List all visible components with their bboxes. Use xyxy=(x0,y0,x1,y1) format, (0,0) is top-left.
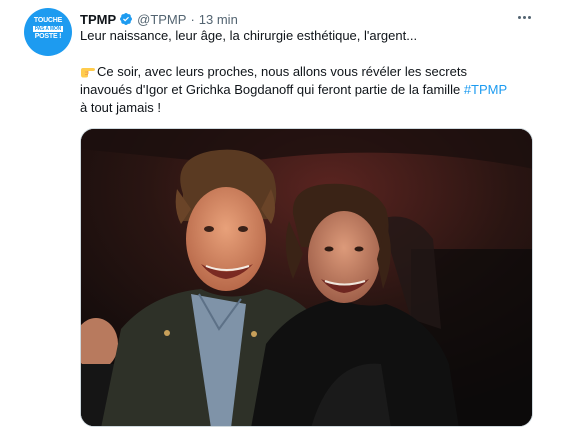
tweet[interactable]: TOUCHE PAS À MON POSTE ! TPMP @TPMP · 13… xyxy=(0,0,566,443)
tweet-header: TPMP @TPMP · 13 min xyxy=(80,10,238,28)
tweet-actions-bar xyxy=(80,436,533,443)
verified-badge-icon xyxy=(119,12,133,26)
separator-dot: · xyxy=(190,11,195,27)
tweet-photo[interactable] xyxy=(80,128,533,427)
tweet-text-line-3: inavoués d'Igor et Grichka Bogdanoff qui… xyxy=(80,81,540,99)
tweet-text-line-3-content: inavoués d'Igor et Grichka Bogdanoff qui… xyxy=(80,82,464,97)
tweet-text-line-2: Ce soir, avec leurs proches, nous allons… xyxy=(80,63,540,81)
avatar-logo: TOUCHE PAS À MON POSTE ! xyxy=(32,17,64,40)
more-options-icon[interactable] xyxy=(512,8,536,26)
hashtag-link[interactable]: #TPMP xyxy=(464,82,507,97)
timestamp[interactable]: 13 min xyxy=(199,12,238,27)
tweet-text-line-2-content: Ce soir, avec leurs proches, nous allons… xyxy=(97,64,467,79)
pointing-hand-emoji-icon xyxy=(80,65,96,78)
user-handle[interactable]: @TPMP xyxy=(137,12,186,27)
tweet-text-line-4: à tout jamais ! xyxy=(80,100,161,115)
display-name[interactable]: TPMP xyxy=(80,12,116,27)
avatar[interactable]: TOUCHE PAS À MON POSTE ! xyxy=(24,8,72,56)
tweet-text-line-1: Leur naissance, leur âge, la chirurgie e… xyxy=(80,28,418,43)
